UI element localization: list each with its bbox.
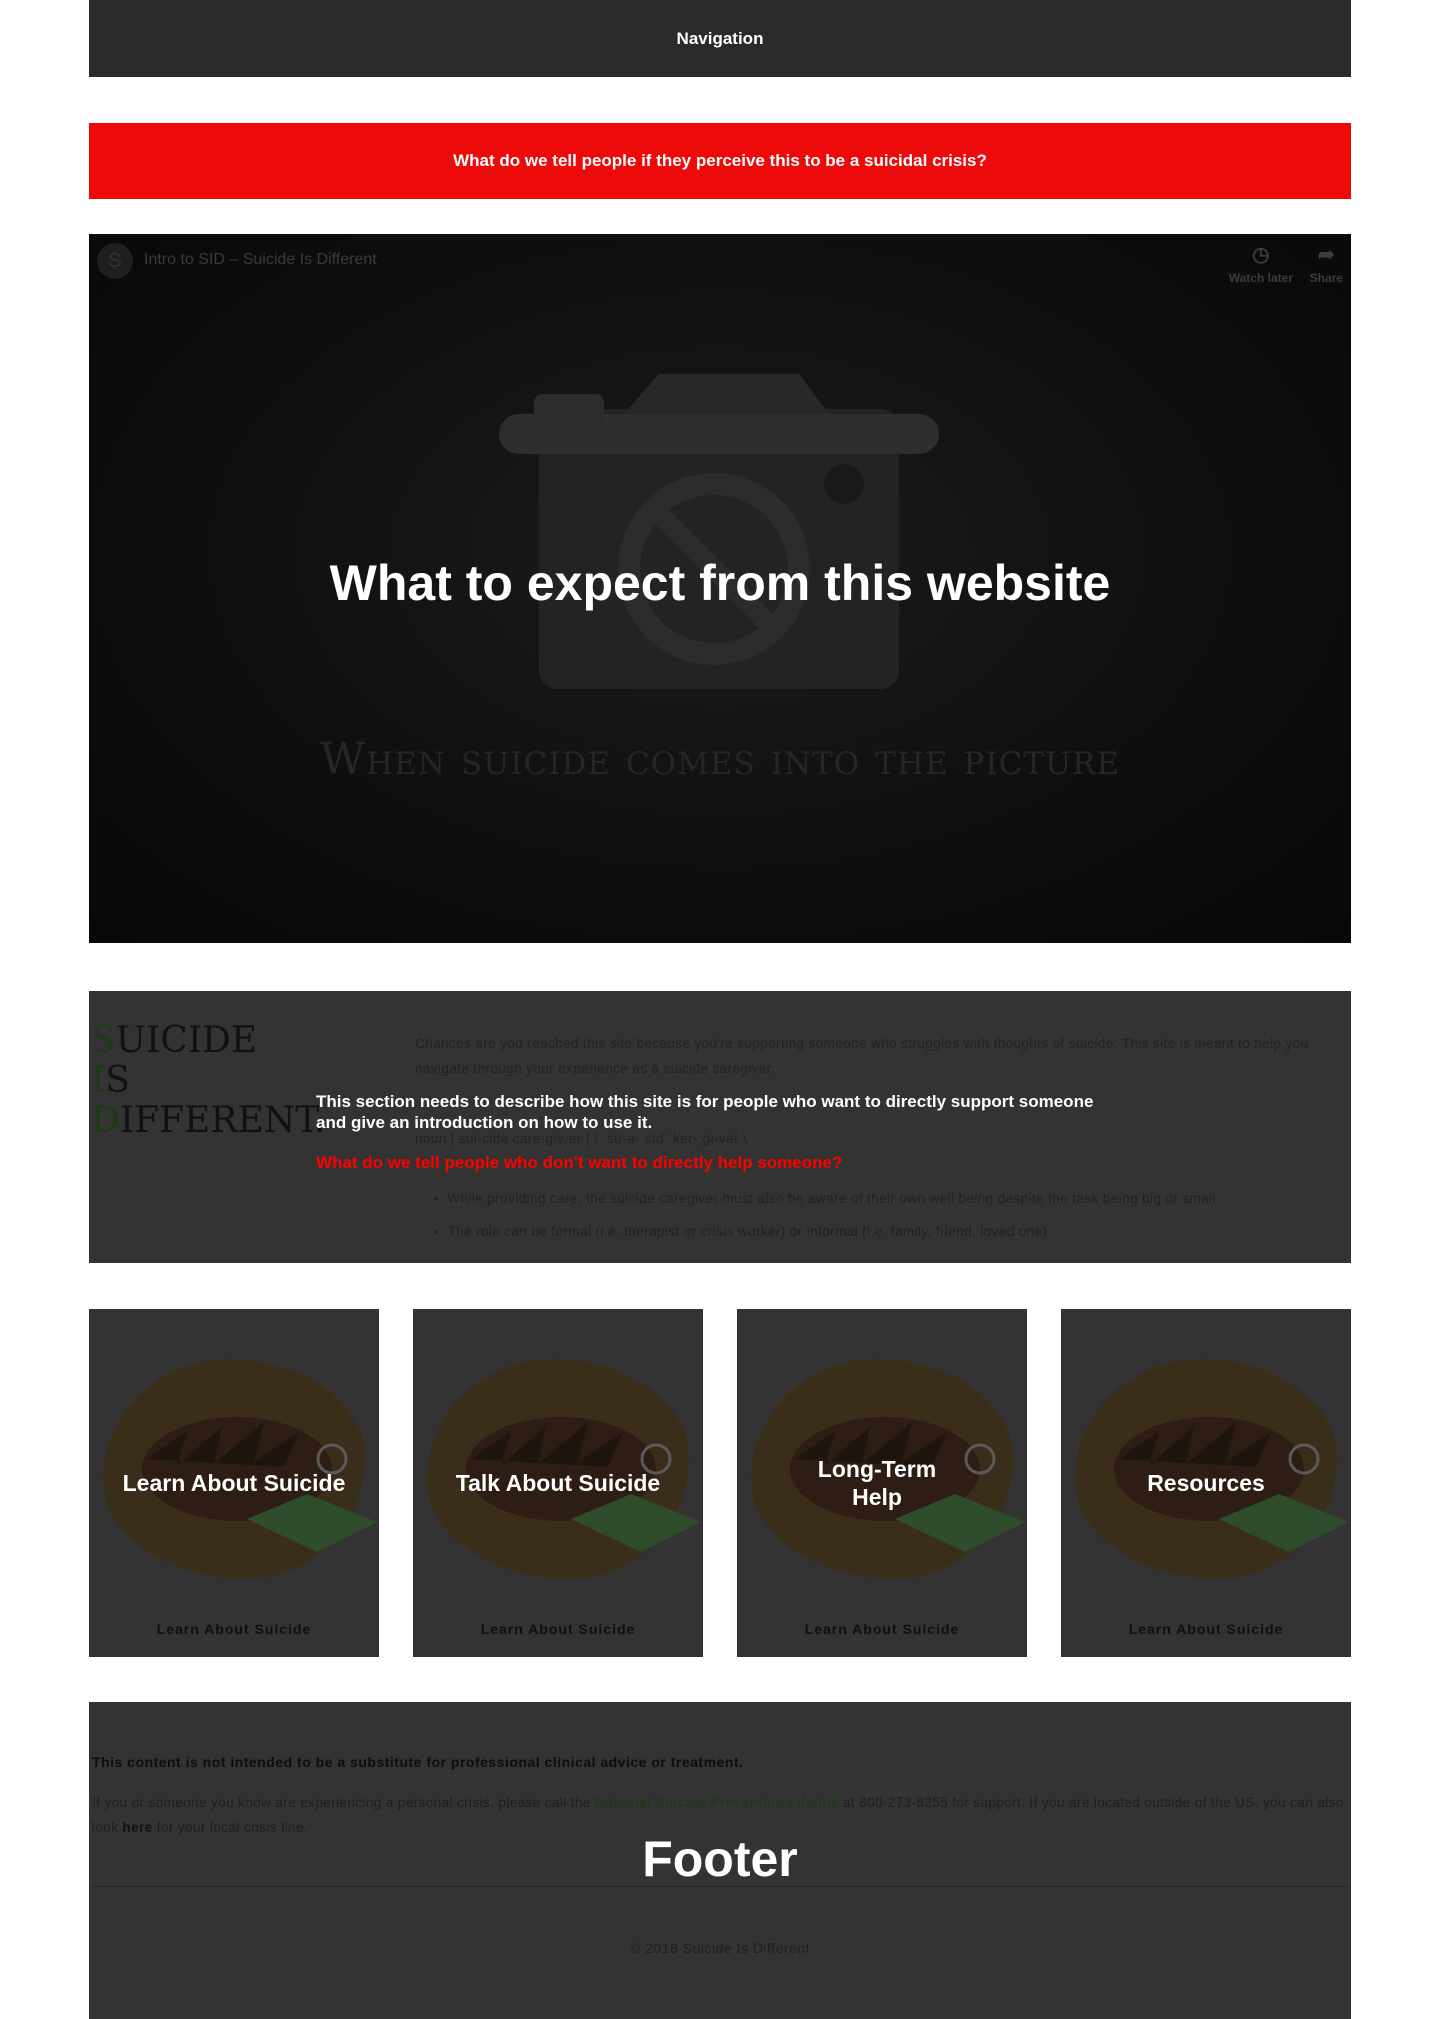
- card-title: Talk About Suicide: [455, 1470, 661, 1496]
- card-resources[interactable]: Resources Learn About Suicide: [1061, 1309, 1351, 1657]
- logo-line-1: SUICIDE: [91, 1020, 258, 1061]
- share-label: Share: [1309, 271, 1343, 285]
- logo-line-2: IS: [91, 1060, 130, 1101]
- section-overlay-note: This section needs to describe how this …: [316, 1092, 1094, 1132]
- card-talk-about-suicide[interactable]: Talk About Suicide Learn About Suicide: [413, 1309, 703, 1657]
- crisis-banner: What do we tell people if they perceive …: [89, 123, 1351, 199]
- card-link[interactable]: Learn About Suicide: [737, 1621, 1027, 1637]
- watch-later-label: Watch later: [1228, 271, 1293, 285]
- video-tagline: When suicide comes into the picture: [319, 734, 1121, 785]
- share-icon: ➦: [1317, 244, 1335, 266]
- navigation-bar[interactable]: Navigation: [89, 0, 1351, 77]
- footer-disclaimer: This content is not intended to be a sub…: [92, 1754, 744, 1770]
- video-embed[interactable]: S Intro to SID – Suicide Is Different ◷ …: [89, 234, 1351, 943]
- section-overlay-title: What to expect from this website: [329, 555, 1111, 611]
- camera-placeholder-icon: [499, 374, 939, 689]
- copyright: © 2018 Suicide Is Different: [630, 1940, 810, 1956]
- footer: This content is not intended to be a sub…: [89, 1702, 1351, 2019]
- crisis-question: What do we tell people if they perceive …: [453, 151, 987, 170]
- clock-icon: ◷: [1252, 244, 1270, 266]
- video-title[interactable]: Intro to SID – Suicide Is Different: [144, 251, 377, 269]
- logo-line-3: DIFFERENT.: [91, 1100, 326, 1141]
- card-link[interactable]: Learn About Suicide: [1061, 1621, 1351, 1637]
- video-header: S Intro to SID – Suicide Is Different ◷ …: [89, 234, 1351, 294]
- bullet-item: • While providing care, the suicide care…: [434, 1191, 1216, 1206]
- intro-paragraph: Chances are you reached this site becaus…: [415, 1036, 1309, 1076]
- watch-later-button[interactable]: ◷ Watch later: [1229, 242, 1293, 285]
- navigation-label: Navigation: [676, 28, 764, 48]
- card-title: Resources: [1147, 1470, 1265, 1496]
- channel-avatar[interactable]: S: [97, 243, 133, 279]
- card-title: Long-Term Help: [817, 1456, 937, 1510]
- intro-section: SUICIDE IS DIFFERENT. Chances are you re…: [89, 991, 1351, 1263]
- site-logo[interactable]: SUICIDE IS DIFFERENT.: [91, 1021, 325, 1141]
- bullet-item: • The role can be formal (i.e. therapist…: [434, 1224, 1048, 1239]
- footer-divider: [89, 1886, 1351, 1887]
- share-button[interactable]: ➦ Share: [1310, 242, 1343, 285]
- card-link[interactable]: Learn About Suicide: [413, 1621, 703, 1637]
- card-learn-about-suicide[interactable]: Learn About Suicide Learn About Suicide: [89, 1309, 379, 1657]
- card-link[interactable]: Learn About Suicide: [89, 1621, 379, 1637]
- section-overlay-label: Footer: [642, 1831, 798, 1887]
- card-long-term-help[interactable]: Long-Term Help Learn About Suicide: [737, 1309, 1027, 1657]
- lifeline-link[interactable]: National Suicide Prevention Lifeline: [595, 1795, 839, 1810]
- section-overlay-question: What do we tell people who don't want to…: [316, 1153, 843, 1172]
- card-title: Learn About Suicide: [122, 1470, 346, 1496]
